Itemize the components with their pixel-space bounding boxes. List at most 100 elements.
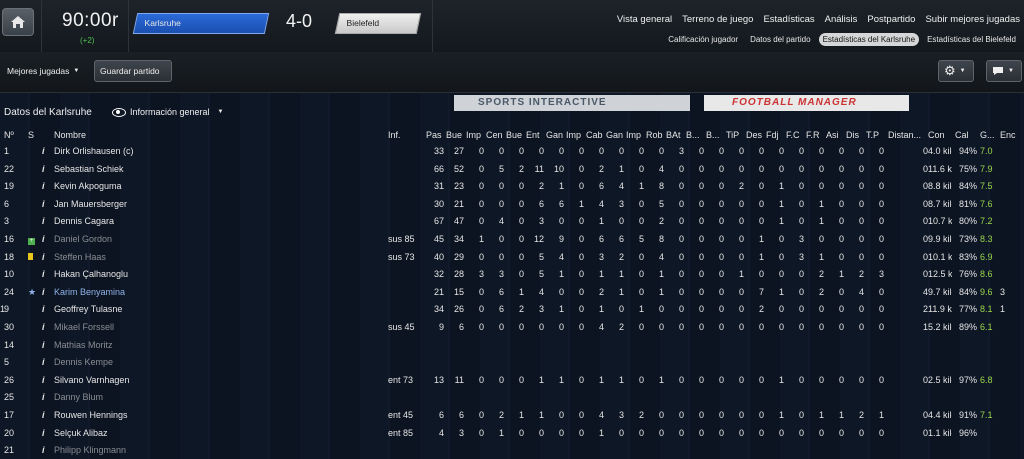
table-row[interactable]: 30 i Mikael Forssell sus 45 9 6 0 0 0 0 0 0 4 2 0 0 0 0 0 0… — [0, 320, 1024, 338]
info-icon[interactable]: i — [42, 214, 50, 228]
table-row[interactable]: 1 i Dirk Orlishausen (c) 33 27 0 0 0 0 0 0 0 0 0 0 3 0 0 0… — [0, 144, 1024, 162]
nav-subir-mejores-jugadas[interactable]: Subir mejores jugadas — [925, 14, 1020, 25]
column-header[interactable]: Asi — [826, 128, 844, 142]
table-row[interactable]: 17 i Rouwen Hennings ent 45 6 6 0 2 1 1 0 0 4 3 2 0 0 0 0 0… — [0, 408, 1024, 426]
table-row[interactable]: 9 i Geoffrey Tulasne 34 26 0 6 2 3 1 0 1 0 1 0 0 0 0 0 2 0 0 0… — [0, 302, 1024, 320]
view-selector[interactable]: Información general ▼ — [112, 107, 224, 117]
player-name[interactable]: Geoffrey Tulasne — [54, 302, 254, 316]
column-header[interactable]: Nº — [4, 128, 26, 142]
player-name[interactable]: Steffen Haas — [54, 250, 254, 264]
player-name[interactable]: Dirk Orlishausen (c) — [54, 144, 254, 158]
table-row[interactable]: 6 i Jan Mauersberger 30 21 0 0 0 6 6 1 4 3 0 5 0 0 0 0 0 1 0 1… — [0, 197, 1024, 215]
column-header[interactable]: Gan — [546, 128, 564, 142]
info-icon[interactable]: i — [42, 232, 50, 246]
player-name[interactable]: Dennis Kempe — [54, 355, 254, 369]
info-icon[interactable]: i — [42, 320, 50, 334]
column-header[interactable]: Ent — [526, 128, 544, 142]
table-row[interactable]: 25 i Danny Blum — [0, 390, 1024, 408]
info-icon[interactable]: i — [42, 338, 50, 352]
column-header[interactable]: S — [28, 128, 40, 142]
player-name[interactable]: Mathias Moritz — [54, 338, 254, 352]
player-name[interactable]: Sebastian Schiek — [54, 162, 254, 176]
table-row[interactable]: 22 i Sebastian Schiek 66 52 0 5 2 11 10 0 2 1 0 4 0 0 0 0 0… — [0, 162, 1024, 180]
info-icon[interactable]: i — [42, 302, 50, 316]
player-name[interactable]: Selçuk Alibaz — [54, 426, 254, 440]
info-icon[interactable]: i — [42, 426, 50, 440]
column-header[interactable]: TiP — [726, 128, 744, 142]
column-header[interactable]: BAt — [666, 128, 684, 142]
table-row[interactable]: 16 + i Daniel Gordon sus 85 45 34 1 0 0 12 9 0 6 6 5 8 0 0… — [0, 232, 1024, 250]
column-header[interactable]: Fdj — [766, 128, 784, 142]
table-row[interactable]: 20 i Selçuk Alibaz ent 85 4 3 0 1 0 0 0 0 1 0 0 0 0 0 0 0 0 0… — [0, 426, 1024, 444]
table-row[interactable]: 19 i Kevin Akpoguma 31 23 0 0 0 2 1 0 6 4 1 8 0 0 0 2 0 1 0 0 0… — [0, 179, 1024, 197]
column-header[interactable]: Imp — [566, 128, 584, 142]
column-header[interactable]: Gan — [606, 128, 624, 142]
nav-analisis[interactable]: Análisis — [825, 14, 858, 25]
player-name[interactable]: Hakan Çalhanoglu — [54, 267, 254, 281]
subtab-estadisticas-karlsruhe[interactable]: Estadísticas del Karlsruhe — [818, 33, 920, 46]
home-team-badge[interactable]: Karlsruhe — [132, 13, 270, 34]
player-name[interactable]: Mikael Forssell — [54, 320, 254, 334]
table-row[interactable]: 14 i Mathias Moritz — [0, 338, 1024, 356]
player-name[interactable]: Dennis Cagara — [54, 214, 254, 228]
subtab-estadisticas-bielefeld[interactable]: Estadísticas del Bielefeld — [923, 33, 1020, 46]
player-name[interactable]: Danny Blum — [54, 390, 254, 404]
player-name[interactable]: Karim Benyamina — [54, 285, 254, 299]
info-icon[interactable]: i — [42, 267, 50, 281]
info-icon[interactable]: i — [42, 355, 50, 369]
highlights-dropdown[interactable]: Mejores jugadas ▼ — [2, 60, 86, 82]
table-row[interactable]: 24 ★ i Karim Benyamina 21 15 0 6 1 4 0 0 2 1 0 1 0 0 0 0 7 1 0… — [0, 285, 1024, 303]
table-row[interactable]: 5 i Dennis Kempe — [0, 355, 1024, 373]
column-header[interactable]: Nombre — [54, 128, 254, 142]
info-icon[interactable]: i — [42, 250, 50, 264]
player-name[interactable]: Daniel Gordon — [54, 232, 254, 246]
save-match-button[interactable]: Guardar partido — [94, 60, 172, 82]
column-header[interactable]: F.C — [786, 128, 804, 142]
info-icon[interactable]: i — [42, 144, 50, 158]
column-header[interactable]: Distan... — [888, 128, 928, 142]
player-name[interactable]: Rouwen Hennings — [54, 408, 254, 422]
column-header[interactable]: Bue — [446, 128, 464, 142]
info-icon[interactable]: i — [42, 390, 50, 404]
chat-button[interactable]: ▼ — [986, 60, 1022, 82]
away-team-badge[interactable]: Bielefeld — [334, 13, 422, 34]
column-header[interactable]: Dis — [846, 128, 864, 142]
column-header[interactable]: Pas — [426, 128, 444, 142]
column-header[interactable]: B... — [686, 128, 704, 142]
column-header[interactable]: Bue — [506, 128, 524, 142]
nav-terreno-de-juego[interactable]: Terreno de juego — [682, 14, 753, 25]
table-row[interactable]: 3 i Dennis Cagara 67 47 0 4 0 3 0 0 1 0 0 2 0 0 0 0 0 1 0 1 0 0 0… — [0, 214, 1024, 232]
column-header[interactable]: Imp — [466, 128, 484, 142]
subtab-calificacion-jugador[interactable]: Calificación jugador — [664, 33, 742, 46]
info-icon[interactable]: i — [42, 162, 50, 176]
column-header[interactable]: Imp — [626, 128, 644, 142]
info-icon[interactable]: i — [42, 179, 50, 193]
info-icon[interactable]: i — [42, 408, 50, 422]
column-header[interactable]: Des — [746, 128, 764, 142]
subtab-datos-del-partido[interactable]: Datos del partido — [746, 33, 814, 46]
player-name[interactable]: Kevin Akpoguma — [54, 179, 254, 193]
column-header[interactable]: T.P — [866, 128, 884, 142]
column-header[interactable]: G... — [980, 128, 996, 142]
info-icon[interactable]: i — [42, 373, 50, 387]
column-header[interactable]: Cab — [586, 128, 604, 142]
nav-postpartido[interactable]: Postpartido — [867, 14, 915, 25]
info-icon[interactable]: i — [42, 443, 50, 457]
table-row[interactable]: 10 i Hakan Çalhanoglu 32 28 3 3 0 5 1 0 1 1 0 1 0 0 0 1 0 0 0… — [0, 267, 1024, 285]
nav-estadisticas[interactable]: Estadísticas — [763, 14, 814, 25]
info-icon[interactable]: i — [42, 197, 50, 211]
info-icon[interactable]: i — [42, 285, 50, 299]
table-row[interactable]: 26 i Silvano Varnhagen ent 73 13 11 0 0 0 1 1 0 1 1 0 1… — [0, 373, 1024, 391]
home-button[interactable] — [2, 8, 34, 36]
player-name[interactable]: Philipp Klingmann — [54, 443, 254, 457]
column-header[interactable]: Cal — [955, 128, 977, 142]
column-header[interactable]: Cen — [486, 128, 504, 142]
table-row[interactable]: 18 i Steffen Haas sus 73 40 29 0 0 0 5 4 0 3 2 0 4 0 0 0 0 1… — [0, 250, 1024, 268]
column-header[interactable]: B... — [706, 128, 724, 142]
column-header[interactable]: Rob — [646, 128, 664, 142]
column-header[interactable]: F.R — [806, 128, 824, 142]
column-header[interactable]: Inf. — [388, 128, 428, 142]
column-header[interactable]: Enc — [1000, 128, 1022, 142]
column-header[interactable]: Con — [928, 128, 952, 142]
player-name[interactable]: Silvano Varnhagen — [54, 373, 254, 387]
